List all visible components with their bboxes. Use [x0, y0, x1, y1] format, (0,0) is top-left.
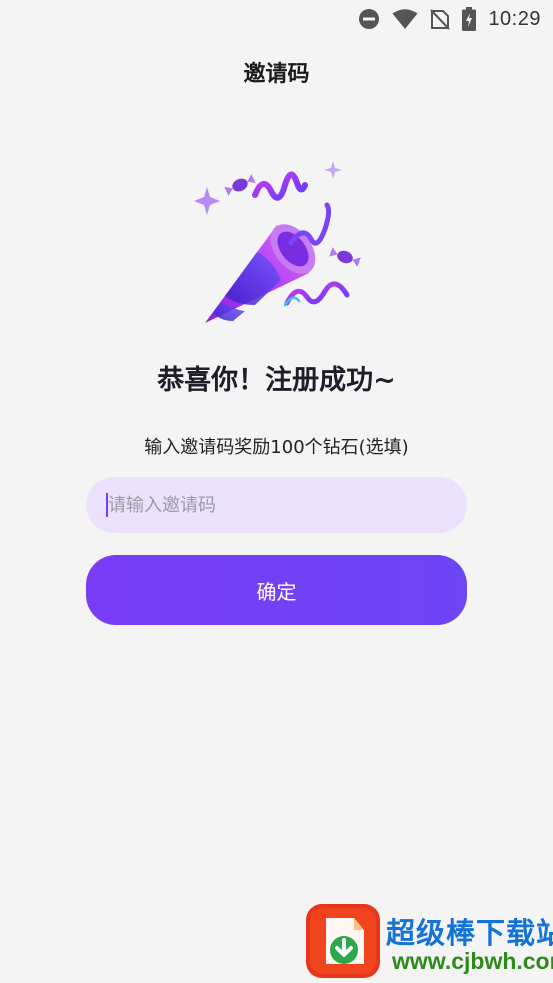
success-headline: 恭喜你！注册成功~: [157, 365, 396, 396]
status-bar: 10:29: [0, 0, 553, 38]
text-cursor: [106, 493, 108, 517]
confirm-button[interactable]: 确定: [86, 555, 467, 625]
watermark-logo-icon: [306, 904, 380, 978]
watermark-url: www.cjbwh.com: [392, 948, 553, 974]
status-time: 10:29: [488, 7, 541, 30]
do-not-disturb-icon: [358, 8, 380, 30]
battery-charging-icon: [462, 7, 477, 31]
page-title: 邀请码: [243, 62, 310, 87]
wifi-icon: [392, 8, 418, 30]
invite-code-input[interactable]: [86, 477, 467, 533]
no-sim-icon: [430, 8, 451, 30]
watermark-title: 超级棒下载站: [386, 916, 553, 950]
party-popper-icon: [185, 155, 370, 335]
reward-hint: 输入邀请码奖励100个钻石(选填): [144, 437, 409, 458]
status-icons: 10:29: [358, 6, 541, 32]
watermark: 超级棒下载站 www.cjbwh.com: [306, 904, 553, 982]
